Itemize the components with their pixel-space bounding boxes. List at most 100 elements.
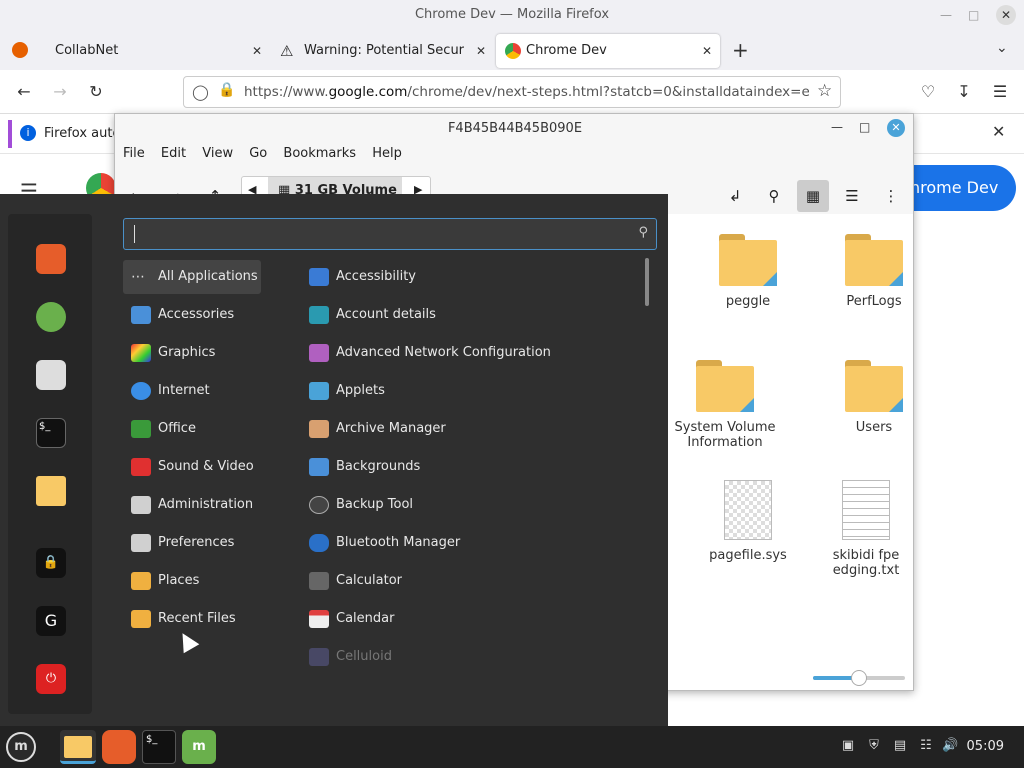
logout-icon[interactable]: G: [36, 606, 66, 636]
list-view-button[interactable]: ☰: [836, 180, 868, 212]
app-advanced-network-configuration[interactable]: Advanced Network Configuration: [301, 336, 551, 370]
maximize-button[interactable]: □: [859, 120, 870, 134]
backup-icon: [309, 496, 329, 514]
icon-view-button[interactable]: ▦: [797, 180, 829, 212]
system-settings-icon[interactable]: [36, 360, 66, 390]
cloud-icon: [131, 382, 151, 400]
text-file-icon: [842, 480, 890, 540]
tab-security-warning[interactable]: ⚠ Warning: Potential Security Risk Ahead…: [270, 34, 494, 68]
category-administration[interactable]: Administration: [123, 488, 253, 522]
app-accessibility[interactable]: Accessibility: [301, 260, 416, 294]
new-tab-button[interactable]: +: [732, 38, 749, 62]
mint-menu-icon[interactable]: m: [6, 732, 36, 762]
search-icon[interactable]: ⚲: [758, 180, 790, 212]
chevron-down-icon[interactable]: ⌄: [996, 40, 1008, 56]
folder-item[interactable]: peggle: [693, 234, 803, 309]
palette-icon: [131, 344, 151, 362]
back-button[interactable]: ←: [12, 80, 36, 104]
app-archive-manager[interactable]: Archive Manager: [301, 412, 446, 446]
folder-item[interactable]: Users: [819, 360, 929, 435]
taskbar-files[interactable]: [60, 730, 96, 764]
zoom-slider-handle[interactable]: [851, 670, 867, 686]
nav-bar: ← → ↻ ◯ 🔒 https://www.google.com/chrome/…: [0, 70, 1024, 114]
menu-go[interactable]: Go: [249, 146, 267, 161]
tab-collabnet[interactable]: CollabNet ✕: [0, 34, 270, 68]
category-accessories[interactable]: Accessories: [123, 298, 234, 332]
app-applets[interactable]: Applets: [301, 374, 385, 408]
taskbar-mintinstall[interactable]: m: [182, 730, 216, 764]
minimize-button[interactable]: —: [940, 0, 952, 30]
app-celluloid[interactable]: Celluloid: [301, 640, 392, 674]
shutdown-icon[interactable]: ⏻: [36, 664, 66, 694]
close-button[interactable]: ✕: [887, 119, 905, 137]
updates-icon[interactable]: ▣: [840, 738, 856, 754]
terminal-here-icon[interactable]: ↲: [719, 180, 751, 212]
category-preferences[interactable]: Preferences: [123, 526, 234, 560]
folder-item[interactable]: PerfLogs: [819, 234, 929, 309]
pocket-icon[interactable]: ♡: [916, 80, 940, 104]
forward-button[interactable]: →: [48, 80, 72, 104]
hamburger-menu-icon[interactable]: ☰: [988, 80, 1012, 104]
app-calendar[interactable]: Calendar: [301, 602, 394, 636]
clipboard-icon[interactable]: ▤: [892, 738, 908, 754]
network-icon[interactable]: ☷: [918, 738, 934, 754]
menu-edit[interactable]: Edit: [161, 146, 186, 161]
url-bar[interactable]: ◯ 🔒 https://www.google.com/chrome/dev/ne…: [183, 76, 841, 108]
app-backgrounds[interactable]: Backgrounds: [301, 450, 420, 484]
files-icon[interactable]: [36, 476, 66, 506]
tab-chrome-dev[interactable]: Chrome Dev ✕: [496, 34, 720, 68]
bookmark-star-icon[interactable]: ☆: [817, 81, 832, 101]
close-icon[interactable]: ✕: [702, 34, 712, 68]
zoom-slider[interactable]: [813, 670, 905, 686]
software-manager-icon[interactable]: [36, 302, 66, 332]
settings-icon: [131, 534, 151, 552]
file-item[interactable]: skibidi fpe edging.txt: [801, 480, 931, 578]
file-view: peggle PerfLogs System Volume Informatio…: [667, 214, 913, 690]
category-recent-files[interactable]: Recent Files: [123, 602, 236, 636]
volume-icon[interactable]: 🔊: [942, 738, 958, 754]
play-icon: [131, 458, 151, 476]
menu-bookmarks[interactable]: Bookmarks: [283, 146, 356, 161]
category-office[interactable]: Office: [123, 412, 196, 446]
close-icon[interactable]: ✕: [992, 122, 1005, 141]
terminal-icon[interactable]: $_: [36, 418, 66, 448]
minimize-button[interactable]: —: [831, 120, 843, 134]
chrome-icon: [505, 43, 521, 59]
close-icon[interactable]: ✕: [252, 34, 262, 68]
category-places[interactable]: Places: [123, 564, 199, 598]
file-item[interactable]: pagefile.sys: [693, 480, 803, 563]
app-calculator[interactable]: Calculator: [301, 564, 402, 598]
close-button[interactable]: ✕: [996, 5, 1016, 25]
menu-search-input[interactable]: ⚲: [123, 218, 657, 250]
menu-scrollbar[interactable]: [645, 258, 649, 306]
download-icon[interactable]: ↧: [952, 80, 976, 104]
category-all-applications[interactable]: ⋯ All Applications: [123, 260, 261, 294]
folder-item[interactable]: System Volume Information: [667, 360, 783, 450]
category-sound-video[interactable]: Sound & Video: [123, 450, 254, 484]
shield-icon[interactable]: ◯: [192, 83, 209, 101]
app-bluetooth-manager[interactable]: Bluetooth Manager: [301, 526, 460, 560]
lock-icon[interactable]: 🔒: [218, 82, 235, 98]
compact-view-button[interactable]: ⋮: [875, 180, 907, 212]
category-internet[interactable]: Internet: [123, 374, 210, 408]
menu-file[interactable]: File: [123, 146, 145, 161]
info-icon: i: [20, 125, 36, 141]
shield-icon[interactable]: ⛨: [866, 738, 882, 754]
reload-button[interactable]: ↻: [84, 80, 108, 104]
lock-screen-icon[interactable]: 🔒: [36, 548, 66, 578]
taskbar-terminal[interactable]: $_: [142, 730, 176, 764]
category-graphics[interactable]: Graphics: [123, 336, 215, 370]
menu-view[interactable]: View: [202, 146, 233, 161]
clock[interactable]: 05:09: [967, 726, 1004, 768]
firefox-icon[interactable]: [36, 244, 66, 274]
close-icon[interactable]: ✕: [471, 34, 486, 68]
menu-bar: File Edit View Go Bookmarks Help: [115, 146, 406, 168]
network-icon: [309, 344, 329, 362]
taskbar-firefox[interactable]: [102, 730, 136, 764]
menu-help[interactable]: Help: [372, 146, 402, 161]
app-backup-tool[interactable]: Backup Tool: [301, 488, 413, 522]
search-icon: ⚲: [638, 225, 648, 240]
app-account-details[interactable]: Account details: [301, 298, 436, 332]
tab-label: CollabNet: [55, 43, 119, 58]
maximize-button[interactable]: □: [968, 0, 979, 30]
